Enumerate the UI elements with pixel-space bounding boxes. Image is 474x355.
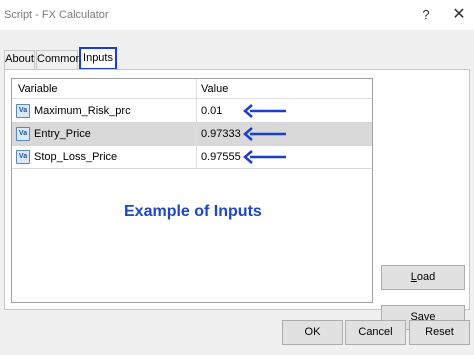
variable-value[interactable]: 0.97333: [201, 128, 241, 140]
close-icon[interactable]: ✕: [446, 4, 472, 26]
ok-button[interactable]: OK: [282, 320, 343, 345]
column-divider: [196, 123, 197, 146]
variable-name: Stop_Loss_Price: [34, 151, 118, 163]
table-header: Variable Value: [12, 79, 372, 159]
inputs-table[interactable]: Variable Value Va Maximum_Risk_prc 0.01 …: [11, 78, 373, 303]
arrow-left-icon: [243, 127, 286, 141]
column-header-variable[interactable]: Variable: [18, 83, 58, 95]
variable-icon: Va: [16, 104, 30, 118]
load-button[interactable]: Load: [381, 265, 465, 290]
variable-value[interactable]: 0.97555: [201, 151, 241, 163]
variable-value[interactable]: 0.01: [201, 105, 222, 117]
title-bar: Script - FX Calculator ? ✕: [0, 0, 474, 30]
variable-name: Maximum_Risk_prc: [34, 105, 131, 117]
table-row[interactable]: Va Entry_Price 0.97333: [12, 123, 372, 146]
window-title: Script - FX Calculator: [4, 9, 109, 21]
cancel-button[interactable]: Cancel: [345, 320, 406, 345]
column-divider: [196, 146, 197, 169]
help-icon[interactable]: ?: [413, 4, 439, 26]
column-divider: [196, 100, 197, 123]
arrow-left-icon: [243, 104, 286, 118]
example-caption: Example of Inputs: [124, 203, 262, 220]
arrow-left-icon: [243, 150, 286, 164]
variable-icon: Va: [16, 127, 30, 141]
load-label-rest: oad: [416, 271, 436, 283]
inputs-tab-panel: Variable Value Va Maximum_Risk_prc 0.01 …: [4, 69, 470, 330]
reset-button[interactable]: Reset: [409, 320, 470, 345]
table-row[interactable]: Va Stop_Loss_Price 0.97555: [12, 146, 372, 169]
dialog-body: About Common Inputs Variable Value Va Ma…: [0, 30, 474, 355]
tab-inputs[interactable]: Inputs: [79, 47, 117, 70]
tab-common[interactable]: Common: [36, 50, 82, 69]
tab-about[interactable]: About: [4, 50, 35, 69]
variable-icon: Va: [16, 150, 30, 164]
variable-name: Entry_Price: [34, 128, 91, 140]
column-header-value[interactable]: Value: [201, 83, 228, 95]
table-row[interactable]: Va Maximum_Risk_prc 0.01: [12, 100, 372, 123]
